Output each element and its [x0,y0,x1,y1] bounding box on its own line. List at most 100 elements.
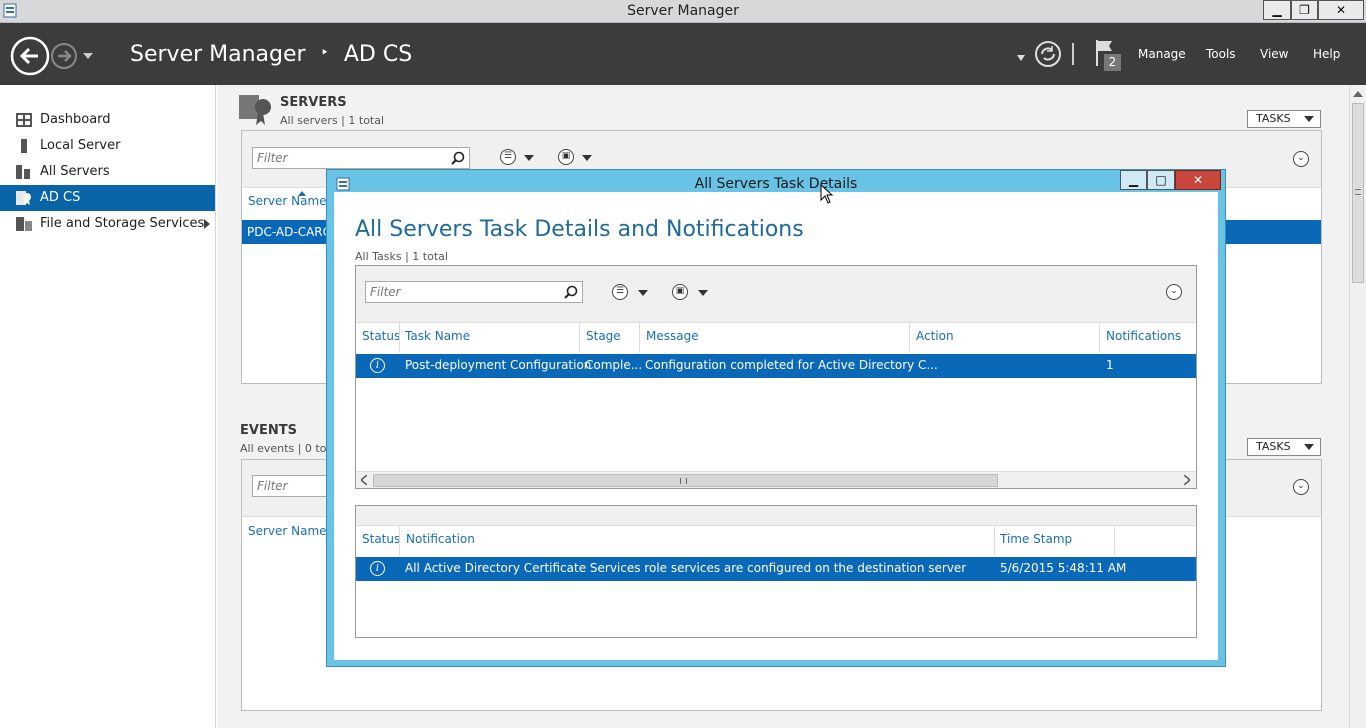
menu-view[interactable]: View [1260,47,1288,61]
events-title: EVENTS [240,423,297,438]
servers-save-query-button[interactable]: ▣ [558,149,596,167]
col-stage[interactable]: Stage [586,329,621,343]
notifications-toolbar [356,506,1196,526]
tasks-save-query-button[interactable]: ▣ [672,284,710,302]
storage-icon [16,217,32,231]
app-header: Server Manager ‣ AD CS 2 Manage Tools Vi… [0,23,1366,85]
stage-cell: Comple... [585,358,643,372]
tasks-horizontal-scrollbar[interactable] [356,471,1196,488]
dialog-title: All Servers Task Details [694,176,858,192]
dialog-close-button[interactable]: ✕ [1175,170,1221,190]
dialog-heading: All Servers Task Details and Notificatio… [355,217,804,242]
mouse-cursor-icon [820,184,834,204]
info-icon: i [370,561,385,576]
table-row[interactable]: i All Active Directory Certificate Servi… [356,557,1196,581]
list-icon: ☰ [500,149,516,165]
refresh-icon[interactable] [1034,40,1062,68]
scroll-left-icon [361,475,367,485]
menu-manage[interactable]: Manage [1138,47,1186,61]
notification-cell: All Active Directory Certificate Service… [405,561,967,575]
sidebar: Dashboard Local Server All Servers AD CS… [0,85,216,728]
tasks-header-row: Status Task Name Stage Message Action No… [356,323,1196,353]
col-action[interactable]: Action [916,329,954,343]
servers-subtitle: All servers | 1 total [280,114,385,127]
info-icon: i [370,358,385,373]
notifications-table: Status Notification Time Stamp i All Act… [355,505,1197,638]
server-icon [21,139,27,153]
save-icon: ▣ [672,284,688,300]
forward-arrow-icon [51,43,77,69]
notifications-header-row: Status Notification Time Stamp [356,526,1196,556]
servers-expand-button[interactable]: ⌄ [1293,151,1309,167]
chevron-down-icon [638,290,648,296]
save-icon: ▣ [558,149,574,165]
servers-title: SERVERS [280,95,347,110]
main-scrollbar[interactable] [1349,85,1366,728]
chevron-down-icon [698,290,708,296]
notifications-flag-icon[interactable]: 2 [1094,38,1122,72]
sidebar-item-dashboard[interactable]: Dashboard [0,107,215,133]
col-status[interactable]: Status [362,532,400,546]
filter-placeholder: Filter [257,151,288,165]
search-icon [564,285,578,299]
col-notification[interactable]: Notification [406,532,475,546]
sidebar-item-label: AD CS [40,190,81,205]
restore-button[interactable]: ❐ [1291,0,1318,20]
col-task-name[interactable]: Task Name [405,329,470,343]
breadcrumb-root[interactable]: Server Manager [130,42,306,67]
dialog-subtitle: All Tasks | 1 total [355,250,448,263]
sidebar-item-file-storage[interactable]: File and Storage Services [0,211,215,237]
window-title-bar: Server Manager ▁ ❐ ✕ [0,0,1366,23]
table-row[interactable]: i Post-deployment Configuration Comple..… [356,354,1196,378]
forward-button[interactable] [50,42,78,70]
col-status[interactable]: Status [362,329,400,343]
servers-icon [16,165,30,179]
window-title: Server Manager [627,3,739,19]
chevron-right-icon [204,219,210,229]
servers-list-options-button[interactable]: ☰ [500,149,538,167]
col-time-stamp[interactable]: Time Stamp [1000,532,1072,546]
list-icon: ☰ [612,284,628,300]
breadcrumb: Server Manager ‣ AD CS [130,42,412,67]
sidebar-item-all-servers[interactable]: All Servers [0,159,215,185]
history-dropdown-icon[interactable] [82,50,94,60]
close-button[interactable]: ✕ [1318,0,1364,20]
events-subtitle: All events | 0 tot [240,442,331,455]
events-expand-button[interactable]: ⌄ [1293,479,1309,495]
message-cell: Configuration completed for Active Direc… [645,358,938,372]
servers-filter-input[interactable]: Filter [252,147,470,169]
menu-help[interactable]: Help [1313,47,1340,61]
scrollbar-thumb[interactable] [373,474,998,487]
dashboard-icon [16,113,32,127]
tasks-expand-button[interactable]: ⌄ [1166,284,1182,300]
sidebar-item-label: All Servers [40,164,110,179]
sidebar-item-ad-cs[interactable]: AD CS [0,185,215,211]
tasks-filter-input[interactable]: Filter [365,281,583,303]
certificate-icon [16,191,31,205]
sidebar-item-local-server[interactable]: Local Server [0,133,215,159]
filter-placeholder: Filter [370,285,401,299]
col-notifications[interactable]: Notifications [1106,329,1181,343]
servers-tasks-button[interactable]: TASKS [1247,110,1321,128]
scrollbar-thumb[interactable] [1352,103,1364,283]
timestamp-cell: 5/6/2015 5:48:11 AM [1000,561,1127,575]
tasks-label: TASKS [1256,440,1291,453]
sidebar-item-label: Dashboard [40,112,111,127]
back-button[interactable] [10,36,50,76]
chevron-down-icon [524,155,534,161]
menu-tools[interactable]: Tools [1206,47,1236,61]
back-arrow-icon [10,36,50,76]
dialog-maximize-button[interactable]: □ [1147,170,1175,190]
servers-col-server-name[interactable]: Server Name [248,194,327,208]
tasks-label: TASKS [1256,112,1291,125]
col-message[interactable]: Message [646,329,699,343]
dialog-body: All Servers Task Details and Notificatio… [334,192,1218,660]
minimize-button[interactable]: ▁ [1263,0,1291,20]
scroll-right-icon [1184,475,1190,485]
notifications-cell: 1 [1106,358,1114,372]
dialog-minimize-button[interactable]: ▁ [1120,170,1147,190]
events-col-server-name[interactable]: Server Name [248,524,327,538]
refresh-dropdown-icon[interactable] [1016,51,1026,61]
events-tasks-button[interactable]: TASKS [1247,438,1321,456]
tasks-list-options-button[interactable]: ☰ [612,284,650,302]
